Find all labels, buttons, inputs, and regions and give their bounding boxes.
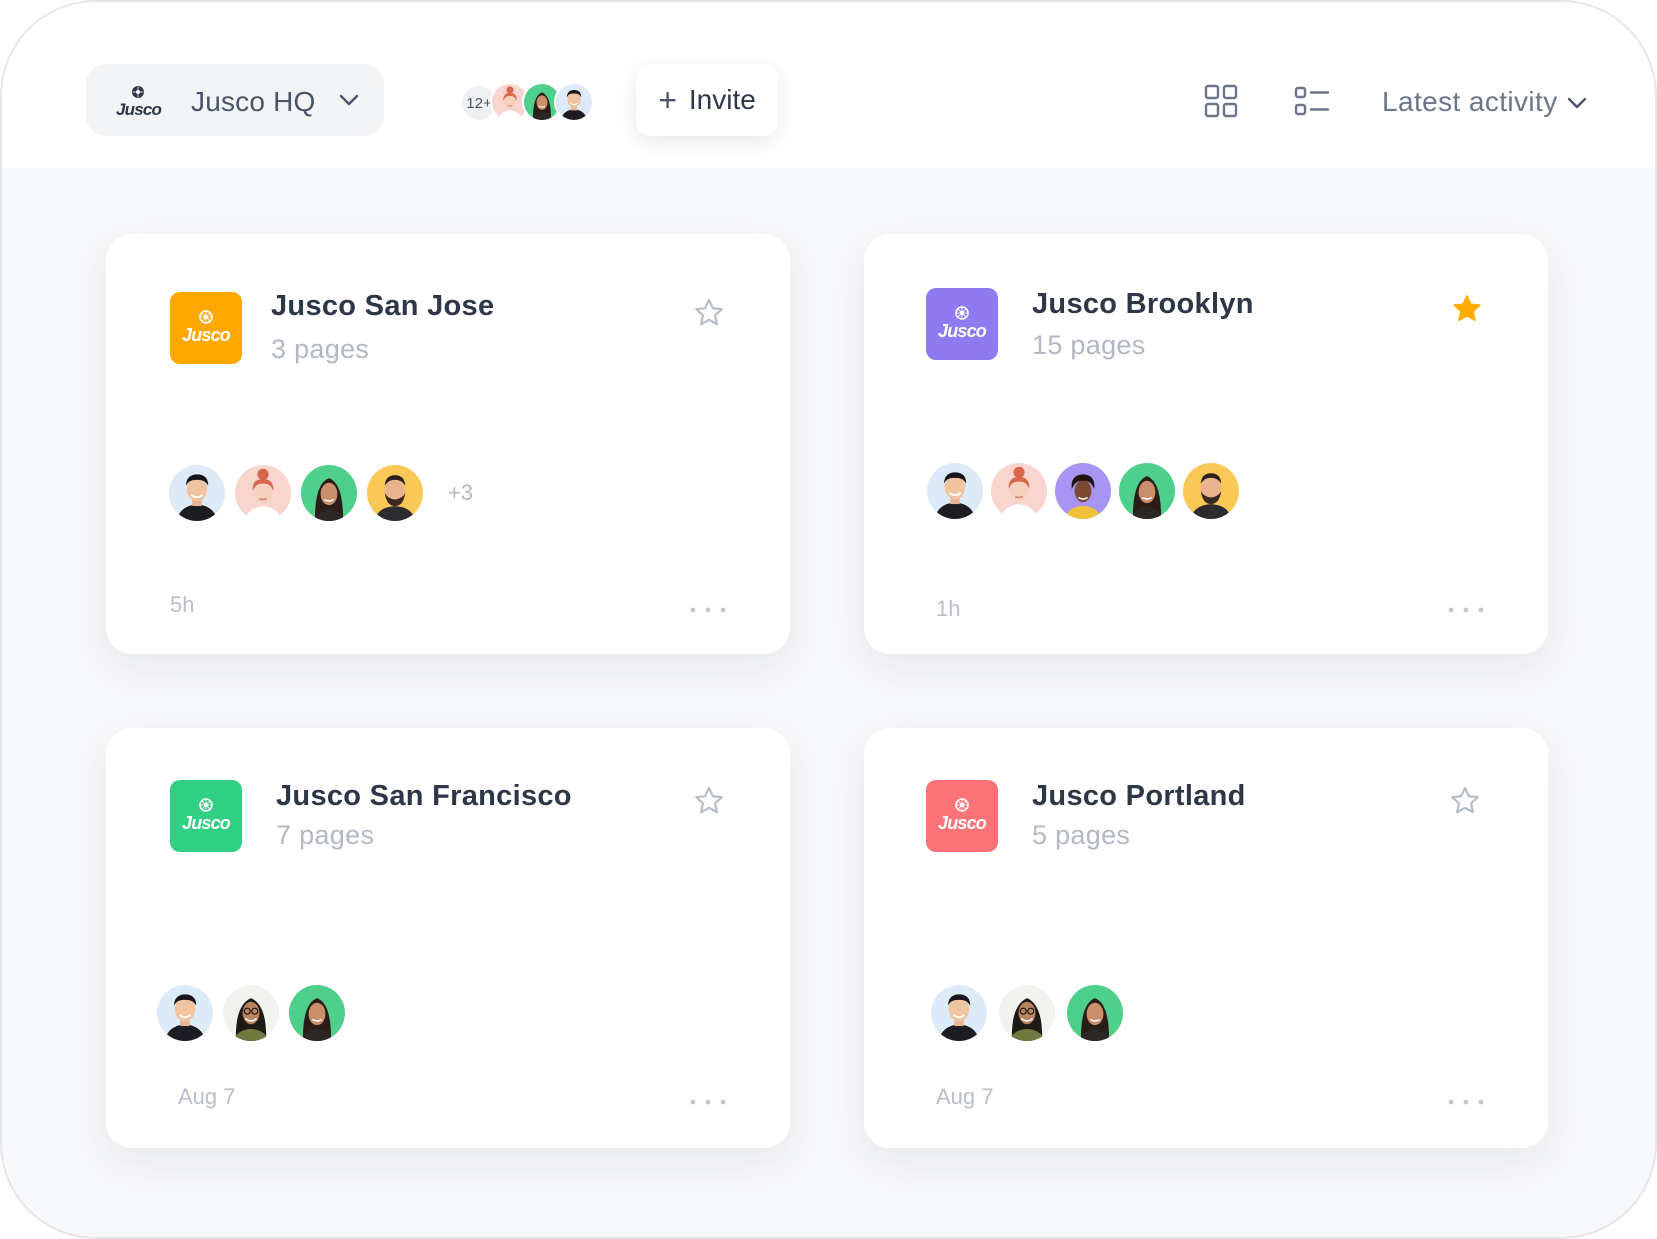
avatar [154, 982, 216, 1044]
avatar [988, 460, 1050, 522]
card-subtitle: 7 pages [276, 820, 375, 850]
star-icon[interactable] [1450, 292, 1484, 326]
card-members [154, 982, 354, 1044]
card-subtitle: 3 pages [271, 334, 370, 364]
star-icon[interactable] [1448, 784, 1482, 818]
jusco-logo: Jusco [170, 292, 242, 364]
card-subtitle: 5 pages [1032, 820, 1131, 850]
card-title: Jusco San Francisco [276, 780, 572, 812]
sort-label: Latest activity [1382, 86, 1558, 117]
star-icon[interactable] [692, 296, 726, 330]
more-horizontal-icon[interactable] [1446, 606, 1486, 614]
avatar [232, 462, 294, 524]
card-members: +3 [166, 462, 486, 524]
logo-text: Jusco [937, 321, 987, 341]
avatar [286, 982, 348, 1044]
card-title: Jusco Brooklyn [1032, 288, 1254, 320]
plus-icon: + [658, 82, 677, 118]
avatar [220, 982, 282, 1044]
avatar [924, 460, 986, 522]
chevron-down-icon [339, 94, 359, 106]
avatar [1116, 460, 1178, 522]
invite-label: Invite [688, 84, 756, 115]
logo-text: Jusco [181, 325, 231, 345]
card-members [924, 460, 1254, 522]
jusco-logo: Jusco [170, 780, 242, 852]
grid-view-icon[interactable] [1204, 84, 1238, 118]
workspace-card-san-francisco[interactable]: Jusco Jusco San Francisco 7 pages Aug 7 [106, 728, 790, 1148]
avatar [928, 982, 990, 1044]
last-activity-time: Aug 7 [936, 1084, 994, 1109]
jusco-mark-icon [955, 798, 969, 812]
avatar [364, 462, 426, 524]
workspace-name: Jusco HQ [191, 86, 316, 117]
top-bar: Jusco Jusco HQ 12+ + Invite Latest activ… [2, 2, 1655, 168]
avatar [166, 462, 228, 524]
workspace-logo: Jusco [112, 84, 164, 120]
more-horizontal-icon[interactable] [688, 606, 728, 614]
extra-members-count: +3 [448, 480, 474, 505]
workspace-selector[interactable]: Jusco Jusco HQ [86, 64, 384, 136]
card-title: Jusco San Jose [271, 290, 495, 322]
card-subtitle: 15 pages [1032, 330, 1146, 360]
avatar [996, 982, 1058, 1044]
more-horizontal-icon[interactable] [1446, 1098, 1486, 1106]
last-activity-time: Aug 7 [178, 1084, 236, 1109]
avatar [1052, 460, 1114, 522]
workspace-members[interactable]: 12+ [460, 82, 600, 122]
card-title: Jusco Portland [1032, 780, 1246, 812]
logo-text: Jusco [937, 813, 987, 833]
last-activity-time: 5h [170, 592, 195, 617]
card-members [928, 982, 1138, 1044]
logo-text: Jusco [181, 813, 231, 833]
app-window: Jusco Jusco HQ 12+ + Invite Latest activ… [0, 0, 1657, 1239]
jusco-logo: Jusco [926, 780, 998, 852]
avatar [1180, 460, 1242, 522]
avatar [1064, 982, 1126, 1044]
workspace-card-brooklyn[interactable]: Jusco Jusco Brooklyn 15 pages 1h [864, 234, 1548, 654]
chevron-down-icon [1567, 97, 1586, 109]
star-icon[interactable] [692, 784, 726, 818]
jusco-logo: Jusco [926, 288, 998, 360]
jusco-mark-icon [955, 306, 969, 320]
workspace-card-san-jose[interactable]: Jusco Jusco San Jose 3 pages +3 5h [106, 234, 790, 654]
more-horizontal-icon[interactable] [688, 1098, 728, 1106]
jusco-mark-icon [199, 310, 213, 324]
sort-dropdown[interactable]: Latest activity [1382, 82, 1588, 122]
last-activity-time: 1h [936, 596, 961, 621]
avatar [554, 82, 594, 122]
invite-button[interactable]: + Invite [636, 64, 778, 136]
jusco-mark-icon [199, 798, 213, 812]
list-view-icon[interactable] [1294, 86, 1330, 116]
workspace-card-portland[interactable]: Jusco Jusco Portland 5 pages Aug 7 [864, 728, 1548, 1148]
avatar [298, 462, 360, 524]
workspace-logo-text: Jusco [116, 100, 162, 119]
